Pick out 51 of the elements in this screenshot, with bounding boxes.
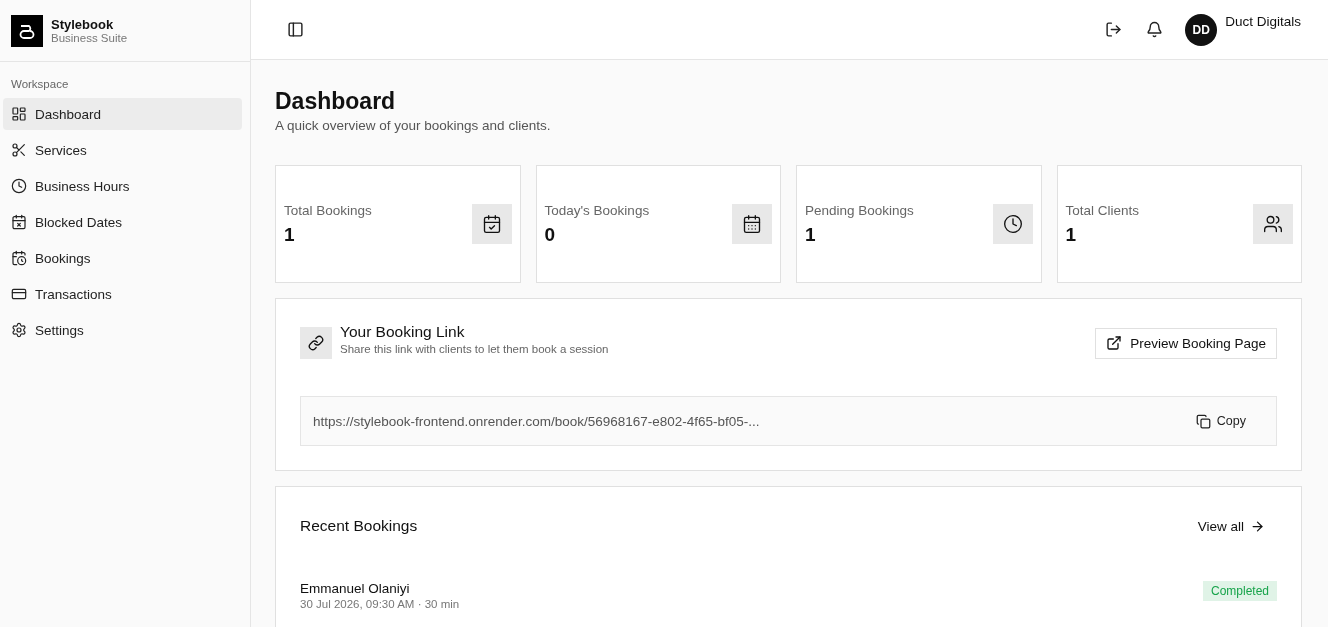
panel-icon [287,21,304,38]
sidebar-item[interactable]: Bookings [3,242,242,274]
calendar-check-icon [471,204,512,244]
preview-button[interactable]: Preview Booking Page [1095,327,1277,359]
user-name: Duct Digitals [1225,14,1301,29]
status-badge: Completed [1202,581,1277,601]
card-subtitle: Share this link with clients to let them book a session [340,343,610,355]
card-title: Your Booking Link [340,323,466,341]
stat-label: Total Bookings [284,202,373,218]
card-title: Recent Bookings [300,517,419,535]
sidebar-item[interactable]: Services [3,134,242,166]
copy-button[interactable]: Copy [1189,412,1252,430]
logout-icon [1105,21,1123,38]
view-all-link[interactable]: View all [1197,518,1265,534]
arrow-right-icon [1250,518,1265,534]
clock-icon [11,178,27,194]
brand-name: Stylebook [51,17,115,32]
page-title: Dashboard [275,88,397,115]
stat-label: Total Clients [1065,202,1141,218]
scissors-icon [11,142,27,158]
client-name: Emmanuel Olaniyi [300,581,411,596]
booking-details: 30 Jul 2026, 09:30 AM · 30 min [300,598,461,610]
stat-value: 0 [544,223,557,246]
avatar[interactable]: DD [1185,13,1218,46]
sidebar-item[interactable]: Business Hours [3,170,242,202]
clock-icon [992,204,1033,244]
card-icon [11,286,27,302]
stat-value: 1 [805,223,817,246]
users-icon [1253,204,1293,244]
calendar-x-icon [11,214,27,230]
link-icon [300,327,332,359]
bell-icon [1146,21,1164,38]
sidebar-item[interactable]: Dashboard [3,98,242,130]
logo-icon [11,14,43,47]
external-link-icon [1106,335,1123,351]
stat-label: Pending Bookings [805,202,915,218]
sidebar-item[interactable]: Settings [3,314,242,346]
calendar-icon [732,204,772,244]
stat-value: 1 [1065,223,1078,246]
stat-value: 1 [284,223,296,246]
brand-subtitle: Business Suite [51,32,128,44]
settings-icon [11,322,27,338]
stat-label: Today's Bookings [544,202,651,218]
sidebar-item[interactable]: Blocked Dates [3,206,242,238]
url-field[interactable]: https://stylebook-frontend.onrender.com/book/56968167-e802-4f65-bf05-... Copy [300,396,1277,446]
grid-icon [11,106,27,122]
copy-icon [1195,413,1211,429]
section-label: Workspace [10,77,70,92]
page-subtitle: A quick overview of your bookings and clients. [275,118,552,133]
sidebar-item[interactable]: Transactions [3,278,242,310]
calendar-clock-icon [11,250,27,266]
